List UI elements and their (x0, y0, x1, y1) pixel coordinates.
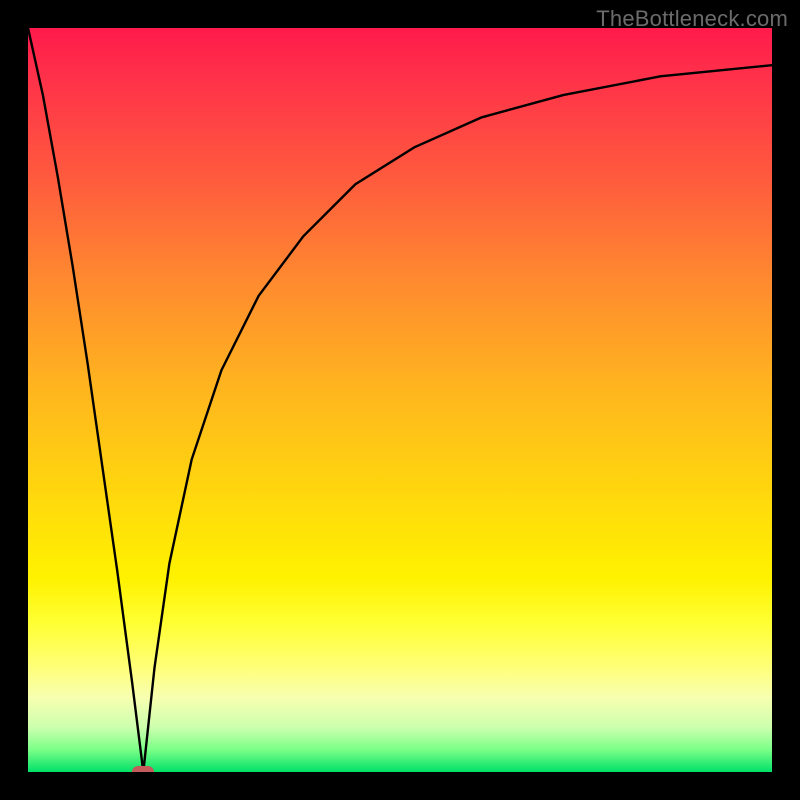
optimum-marker (132, 766, 154, 772)
chart-frame: TheBottleneck.com (0, 0, 800, 800)
plot-area (28, 28, 772, 772)
bottleneck-curve (28, 28, 772, 772)
watermark-text: TheBottleneck.com (596, 6, 788, 32)
curve-layer (28, 28, 772, 772)
